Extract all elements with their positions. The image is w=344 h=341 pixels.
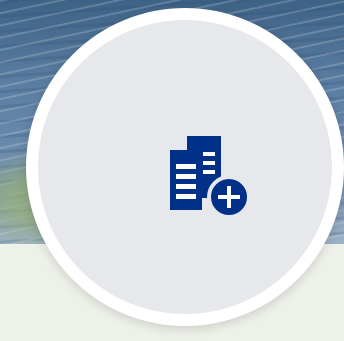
avatar-placeholder bbox=[38, 20, 332, 314]
buildings-add-icon bbox=[170, 136, 251, 219]
avatar[interactable] bbox=[26, 8, 344, 326]
profile-header bbox=[0, 0, 344, 341]
